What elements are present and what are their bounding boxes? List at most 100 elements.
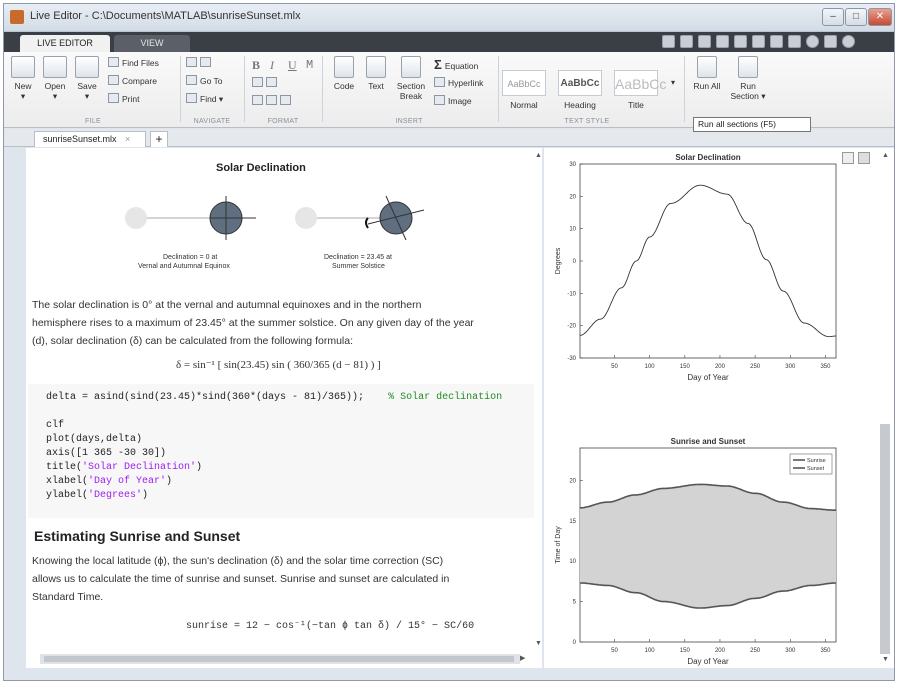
print-button[interactable]: Print xyxy=(108,92,139,106)
style-normal-preview[interactable]: AaBbCc xyxy=(502,70,546,96)
tab-view[interactable]: VIEW xyxy=(114,35,190,52)
insert-group-label: INSERT xyxy=(395,118,423,125)
quick-access-icon[interactable] xyxy=(662,35,675,48)
style-heading-preview[interactable]: AaBbCc xyxy=(558,70,602,96)
matlab-app-icon xyxy=(10,10,24,24)
code-button[interactable]: Code xyxy=(330,56,358,91)
live-editor-window: Live Editor - C:\Documents\MATLAB\sunris… xyxy=(3,3,895,681)
declination-formula: δ = sin⁻¹ [ sin(23.45) sin ( 360/365 (d … xyxy=(176,359,381,371)
style-gallery-dropdown[interactable]: ▾ xyxy=(668,78,678,87)
monospace-button[interactable]: M xyxy=(306,58,313,72)
code-line: ylabel('Degrees') xyxy=(46,490,149,501)
divider xyxy=(180,56,181,122)
style-normal-label: Normal xyxy=(510,100,538,110)
doc-tab-label: sunriseSunset.mlx xyxy=(43,134,117,144)
y-tick-label: 0 xyxy=(573,640,577,646)
minimize-button[interactable]: – xyxy=(822,8,844,26)
undo-icon[interactable] xyxy=(752,35,765,48)
paste-icon[interactable] xyxy=(734,35,747,48)
text-button[interactable]: Text xyxy=(362,56,390,91)
title-bar: Live Editor - C:\Documents\MATLAB\sunris… xyxy=(4,4,894,32)
y-axis-label: Degrees xyxy=(555,247,562,274)
image-button[interactable]: Image xyxy=(434,94,472,108)
image-icon xyxy=(434,95,445,105)
code-block[interactable]: delta = asind(sind(23.45)*sind(360*(days… xyxy=(28,384,534,518)
declination-chart: Solar Declination50 100 150 200 250 300 350-30… xyxy=(555,153,837,382)
horizontal-scroll-thumb[interactable] xyxy=(44,656,514,662)
sigma-icon: Σ xyxy=(434,57,442,72)
x-tick-label: 150 xyxy=(680,648,691,654)
format-group-label: FORMAT xyxy=(267,118,299,125)
cut-icon[interactable] xyxy=(698,35,711,48)
y-tick-label: 20 xyxy=(569,194,576,200)
divider xyxy=(244,56,245,122)
community-icon[interactable] xyxy=(824,35,837,48)
scroll-down-icon[interactable]: ▼ xyxy=(535,640,542,647)
align-center-icon xyxy=(266,95,277,105)
scroll-right-icon[interactable]: ▶ xyxy=(520,654,525,662)
help-icon[interactable] xyxy=(806,35,819,48)
list-buttons[interactable] xyxy=(252,76,280,90)
add-tab-button[interactable]: + xyxy=(150,131,168,147)
sun-icon xyxy=(125,207,147,229)
caption-solstice-2: Summer Solstice xyxy=(332,263,385,270)
output-right-toggle-icon[interactable] xyxy=(858,152,870,164)
window-title: Live Editor - C:\Documents\MATLAB\sunris… xyxy=(30,10,301,22)
run-all-button[interactable]: Run All xyxy=(690,56,724,91)
redo-icon[interactable] xyxy=(770,35,783,48)
code-line: axis([1 365 -30 30]) xyxy=(46,448,167,459)
up-down-arrows[interactable] xyxy=(186,56,214,70)
italic-button[interactable]: I xyxy=(270,58,274,73)
scroll-up-icon[interactable]: ▲ xyxy=(535,152,542,159)
underline-button[interactable]: U xyxy=(288,58,297,73)
options-icon[interactable] xyxy=(842,35,855,48)
run-section-button[interactable]: Run Section ▾ xyxy=(728,56,768,102)
declination-angle-mark xyxy=(365,217,369,229)
live-script-editor[interactable]: Solar Declination Declination = 0 at Ver… xyxy=(26,148,542,668)
search-icon xyxy=(186,93,197,103)
save-button[interactable]: Save ▾ xyxy=(72,56,102,102)
switch-windows-icon[interactable] xyxy=(788,35,801,48)
bold-button[interactable]: B xyxy=(252,58,260,73)
style-title-preview[interactable]: AaBbCc xyxy=(614,70,666,96)
code-line: clf xyxy=(46,420,65,431)
output-scroll-down-icon[interactable]: ▼ xyxy=(882,656,889,663)
collapse-ribbon-icon[interactable] xyxy=(860,35,873,48)
y-tick-label: 30 xyxy=(569,162,576,168)
go-to-button[interactable]: Go To xyxy=(186,74,223,88)
section-break-button[interactable]: Section Break xyxy=(394,56,428,101)
code-line: xlabel('Day of Year') xyxy=(46,476,173,487)
paragraph-line: The solar declination is 0° at the verna… xyxy=(32,299,422,311)
x-tick-label: 50 xyxy=(611,364,618,370)
y-tick-label: -10 xyxy=(567,291,576,297)
open-button[interactable]: Open ▾ xyxy=(40,56,70,102)
copy-icon[interactable] xyxy=(716,35,729,48)
output-scroll-up-icon[interactable]: ▲ xyxy=(882,152,889,159)
x-axis-label: Day of Year xyxy=(687,373,729,382)
maximize-button[interactable]: □ xyxy=(845,8,867,26)
paragraph-line: (d), solar declination (δ) can be calcul… xyxy=(32,335,353,347)
find-button[interactable]: Find ▾ xyxy=(186,92,223,106)
equation-button[interactable]: Σ Equation xyxy=(434,58,478,72)
close-button[interactable]: ✕ xyxy=(868,8,892,26)
horizontal-scrollbar[interactable] xyxy=(40,654,520,664)
doc-tab-sunrisesunset[interactable]: sunriseSunset.mlx × xyxy=(34,131,146,147)
code-icon xyxy=(334,56,354,78)
find-files-button[interactable]: Find Files xyxy=(108,56,159,70)
x-axis-label: Day of Year xyxy=(687,657,729,666)
save-quick-icon[interactable] xyxy=(680,35,693,48)
compare-button[interactable]: Compare xyxy=(108,74,157,88)
find-files-icon xyxy=(108,57,119,67)
code-comment: % Solar declination xyxy=(388,392,503,403)
output-inline-toggle-icon[interactable] xyxy=(842,152,854,164)
new-button[interactable]: New ▾ xyxy=(8,56,38,102)
align-left-icon xyxy=(252,95,263,105)
caption-equinox-1: Declination = 0 at xyxy=(163,254,218,261)
y-axis-label: Time of Day xyxy=(555,526,562,564)
x-tick-label: 350 xyxy=(820,364,831,370)
tab-live-editor[interactable]: LIVE EDITOR xyxy=(20,35,110,52)
align-buttons[interactable] xyxy=(252,94,294,108)
output-vertical-scrollbar[interactable] xyxy=(880,424,890,654)
hyperlink-button[interactable]: Hyperlink xyxy=(434,76,483,90)
close-tab-icon[interactable]: × xyxy=(125,134,130,144)
